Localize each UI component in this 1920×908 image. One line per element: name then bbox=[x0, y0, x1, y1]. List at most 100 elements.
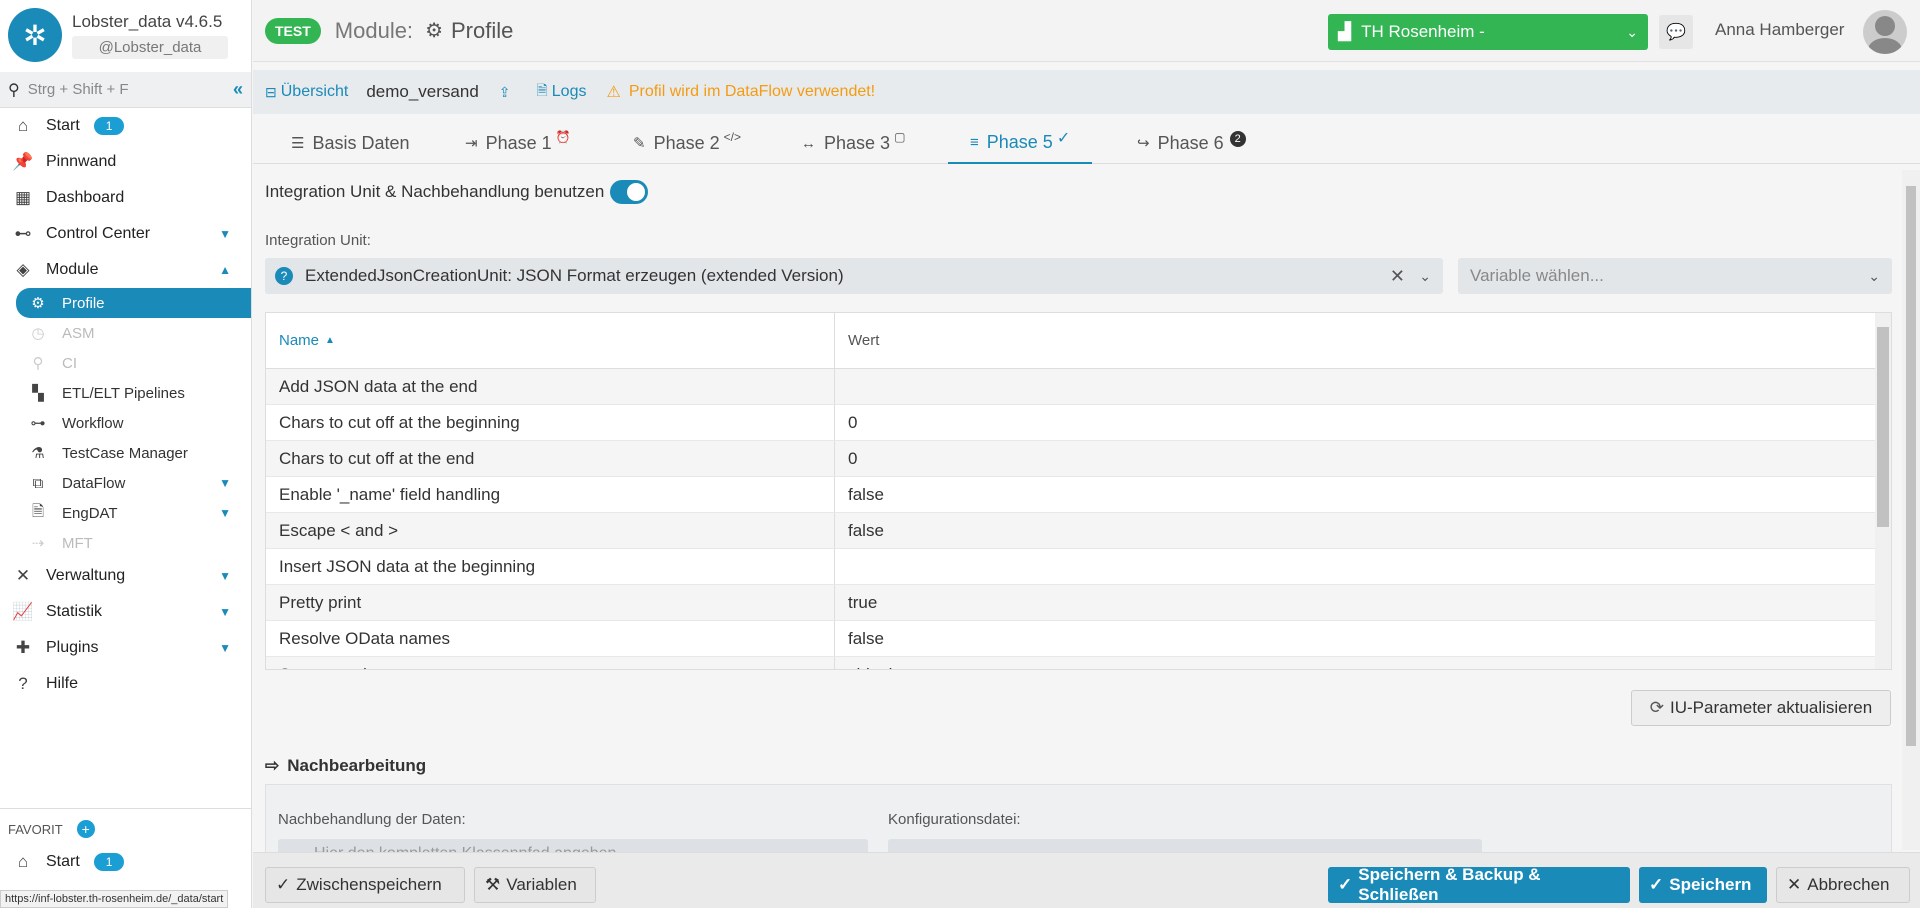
iu-toggle-switch[interactable] bbox=[610, 180, 649, 204]
param-value-cell[interactable]: false bbox=[835, 513, 1891, 548]
table-row[interactable]: Enable '_name' field handling false bbox=[266, 477, 1891, 513]
table-row[interactable]: Chars to cut off at the beginning 0 bbox=[266, 405, 1891, 441]
chip-icon: ⚙ bbox=[425, 20, 443, 42]
phase-5-panel: Integration Unit & Nachbehandlung benutz… bbox=[253, 166, 1892, 869]
sidebar-item-engdat[interactable]: 🗎 EngDAT ▼ bbox=[0, 498, 251, 528]
export-button[interactable]: ⇪ bbox=[499, 84, 515, 101]
nachbearbeitung-title: ⇨ Nachbearbeitung bbox=[265, 756, 426, 776]
page-scroll-thumb[interactable] bbox=[1906, 186, 1916, 746]
param-name-cell: Resolve OData names bbox=[266, 621, 835, 656]
table-row[interactable]: Start at nodeshipping bbox=[266, 657, 1891, 670]
param-value-cell[interactable]: false bbox=[835, 621, 1891, 656]
refresh-iu-parameters-button[interactable]: ⟳ IU-Parameter aktualisieren bbox=[1631, 690, 1891, 726]
search-input[interactable]: Strg + Shift + F bbox=[28, 81, 233, 98]
sidebar-item-testcase[interactable]: ⚗ TestCase Manager bbox=[0, 438, 251, 468]
sidebar-item-asm: ◷ ASM bbox=[0, 318, 251, 348]
tab-basis-daten[interactable]: ☰ Basis Daten bbox=[291, 122, 410, 164]
chat-icon: 💬 bbox=[1666, 24, 1686, 41]
refresh-icon: ⟳ bbox=[1649, 698, 1665, 717]
table-row[interactable]: Add JSON data at the end bbox=[266, 369, 1891, 405]
sidebar-item-control-center[interactable]: ⊷ Control Center ▼ bbox=[0, 216, 251, 252]
sidebar-item-statistik[interactable]: 📈 Statistik ▼ bbox=[0, 594, 251, 630]
question-icon[interactable]: ? bbox=[275, 267, 293, 285]
nachbehandlung-label: Nachbehandlung der Daten: bbox=[278, 811, 466, 828]
collapse-sidebar-icon[interactable]: « bbox=[233, 79, 243, 100]
puzzle-icon: ✚ bbox=[15, 638, 31, 657]
sidebar-item-label: Hilfe bbox=[46, 675, 79, 692]
sidebar-item-hilfe[interactable]: ? Hilfe bbox=[0, 666, 251, 702]
save-backup-close-button[interactable]: ✓ Speichern & Backup & Schließen bbox=[1328, 865, 1630, 904]
chat-button[interactable]: 💬 bbox=[1659, 15, 1693, 49]
sidebar-item-label: Module bbox=[46, 261, 99, 278]
organization-select[interactable]: ▟ TH Rosenheim - ⌄ bbox=[1328, 14, 1648, 50]
iu-toggle-row: Integration Unit & Nachbehandlung benutz… bbox=[265, 180, 649, 204]
column-header-name[interactable]: Name ▲ bbox=[266, 313, 835, 368]
favorite-item-start[interactable]: ⌂ Start 1 bbox=[0, 844, 252, 880]
add-favorite-icon[interactable]: + bbox=[76, 820, 95, 838]
logs-label: Logs bbox=[551, 83, 587, 100]
sidebar-search[interactable]: ⚲ Strg + Shift + F « bbox=[0, 72, 251, 108]
table-row[interactable]: Escape < and > false bbox=[266, 513, 1891, 549]
variablen-button[interactable]: ⚒ Variablen bbox=[474, 867, 596, 903]
sidebar-item-label: Dashboard bbox=[46, 189, 125, 206]
list-icon: ☰ bbox=[291, 135, 305, 152]
sidebar-item-pinnwand[interactable]: 📌 Pinnwand bbox=[0, 144, 251, 180]
cancel-button[interactable]: ✕ Abbrechen bbox=[1776, 867, 1910, 903]
antenna-icon: ⊷ bbox=[14, 224, 32, 243]
sidebar-item-etl[interactable]: ▚ ETL/ELT Pipelines bbox=[0, 378, 251, 408]
param-value-cell[interactable] bbox=[835, 549, 1891, 584]
grid-scrollbar[interactable] bbox=[1875, 313, 1891, 669]
variable-select[interactable]: Variable wählen... ⌄ bbox=[1458, 258, 1892, 294]
refresh-label: IU-Parameter aktualisieren bbox=[1670, 698, 1873, 717]
param-value-cell[interactable] bbox=[835, 369, 1891, 404]
param-value-cell[interactable]: true bbox=[835, 585, 1891, 620]
table-row[interactable]: Resolve OData names false bbox=[266, 621, 1891, 657]
sidebar-item-module[interactable]: ◈ Module ▲ bbox=[0, 252, 251, 288]
chevron-down-icon[interactable]: ⌄ bbox=[1419, 268, 1431, 285]
zwischenspeichern-button[interactable]: ✓ Zwischenspeichern bbox=[265, 867, 465, 903]
column-header-value[interactable]: Wert bbox=[835, 313, 1891, 368]
sidebar-item-dashboard[interactable]: ▦ Dashboard bbox=[0, 180, 251, 216]
table-row[interactable]: Pretty print true bbox=[266, 585, 1891, 621]
param-value-cell[interactable]: 0 bbox=[835, 405, 1891, 440]
logs-link[interactable]: 🗎 Logs bbox=[537, 80, 587, 104]
caret-down-icon: ▼ bbox=[219, 569, 231, 583]
tab-phase-2[interactable]: ✎ Phase 2 </> bbox=[633, 122, 741, 164]
table-row[interactable]: Insert JSON data at the beginning bbox=[266, 549, 1891, 585]
sidebar-item-plugins[interactable]: ✚ Plugins ▼ bbox=[0, 630, 251, 666]
tab-phase-5[interactable]: ≡ Phase 5 ✓ bbox=[948, 122, 1093, 164]
close-icon: ✕ bbox=[1787, 875, 1802, 894]
button-label: Speichern & Backup & Schließen bbox=[1358, 865, 1541, 904]
sidebar-item-dataflow[interactable]: ⧉ DataFlow ▼ bbox=[0, 468, 251, 498]
clear-icon[interactable]: ✕ bbox=[1390, 266, 1405, 287]
dataflow-icon: ⧉ bbox=[32, 474, 44, 492]
table-row[interactable]: Chars to cut off at the end 0 bbox=[266, 441, 1891, 477]
param-value-cell[interactable]: 0 bbox=[835, 441, 1891, 476]
page-scrollbar[interactable] bbox=[1902, 170, 1920, 850]
param-value-cell[interactable]: shipping bbox=[835, 657, 1891, 670]
tab-phase-6[interactable]: ↪ Phase 6 2 bbox=[1137, 122, 1246, 164]
warning-icon: ⚠ bbox=[606, 84, 621, 101]
overview-link[interactable]: ⊟ Übersicht bbox=[265, 83, 348, 101]
app-handle: @Lobster_data bbox=[72, 35, 228, 59]
param-value-cell[interactable]: false bbox=[835, 477, 1891, 512]
sidebar-item-start[interactable]: ⌂ Start 1 bbox=[0, 108, 251, 144]
integration-unit-select[interactable]: ? ExtendedJsonCreationUnit: JSON Format … bbox=[265, 258, 1443, 294]
tab-phase-1[interactable]: ⇥ Phase 1 ⏰ bbox=[465, 122, 571, 164]
grid-scroll-thumb[interactable] bbox=[1877, 327, 1889, 527]
dashboard-icon: ▦ bbox=[14, 188, 32, 207]
help-icon: ? bbox=[18, 674, 28, 693]
sidebar-item-workflow[interactable]: ⊶ Workflow bbox=[0, 408, 251, 438]
favorites-header: FAVORIT + bbox=[8, 820, 95, 838]
lobster-logo-icon[interactable]: ✲ bbox=[8, 8, 62, 62]
save-button[interactable]: ✓ Speichern bbox=[1639, 867, 1767, 903]
log-file-icon: 🗎 bbox=[536, 82, 548, 98]
tab-phase-3[interactable]: ↔ Phase 3 ▢ bbox=[801, 122, 905, 164]
user-name[interactable]: Anna Hamberger bbox=[1715, 20, 1844, 40]
avatar[interactable] bbox=[1863, 10, 1907, 54]
sidebar-item-verwaltung[interactable]: ✕ Verwaltung ▼ bbox=[0, 558, 251, 594]
chevron-down-icon: ⌄ bbox=[1868, 267, 1880, 284]
sidebar-item-profile[interactable]: ⚙ Profile bbox=[16, 288, 251, 318]
sidebar-item-label: Pinnwand bbox=[46, 153, 117, 170]
sidebar-item-label: Control Center bbox=[46, 225, 151, 242]
